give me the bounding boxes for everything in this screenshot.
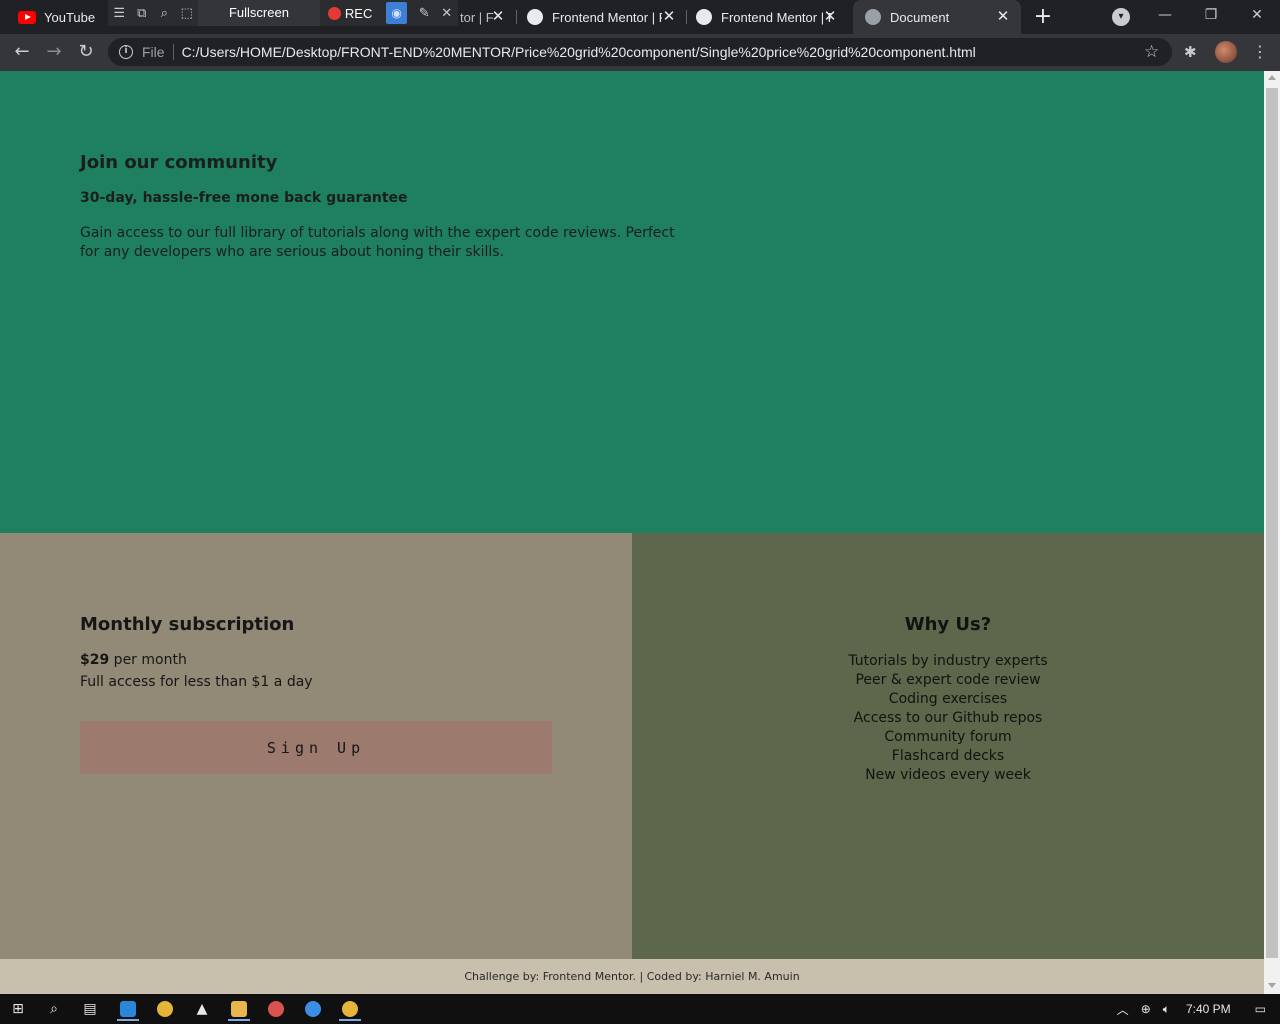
tab-frontend-mentor-3[interactable]: Frontend Mentor | F ✕	[696, 0, 856, 34]
new-tab-button[interactable]: +	[1032, 6, 1054, 28]
tab-title: Frontend Mentor | F	[552, 9, 662, 25]
vscode-icon[interactable]	[114, 997, 142, 1021]
chrome-active-icon[interactable]	[336, 997, 364, 1021]
community-section: Join our community 30-day, hassle-free m…	[0, 71, 1264, 533]
list-item: Peer & expert code review	[855, 672, 1041, 688]
record-icon	[327, 6, 341, 20]
tab-frontend-mentor-2[interactable]: Frontend Mentor | F ✕	[527, 0, 687, 34]
app-icon[interactable]: ▲	[188, 997, 216, 1021]
tab-youtube[interactable]: YouTube	[18, 0, 108, 34]
frontend-mentor-icon	[696, 9, 712, 25]
restore-icon[interactable]: ❐	[1188, 0, 1234, 30]
chrome-icon[interactable]	[151, 997, 179, 1021]
globe-icon	[865, 9, 881, 25]
clock[interactable]: 7:40 PM	[1186, 1002, 1231, 1016]
guarantee-subtitle: 30-day, hassle-free mone back guarantee	[80, 190, 408, 206]
webcam-icon[interactable]: ◉	[386, 2, 407, 24]
search-icon[interactable]: ⌕	[40, 997, 68, 1021]
windows-start-icon[interactable]: ⊞	[4, 997, 32, 1021]
vertical-scrollbar[interactable]	[1264, 71, 1280, 994]
tab-frontend-mentor-1[interactable]: tor | F ✕	[460, 0, 516, 34]
profile-avatar[interactable]	[1215, 41, 1237, 63]
fullscreen-button[interactable]: Fullscreen	[198, 0, 320, 26]
tab-divider	[686, 10, 687, 24]
close-recorder-icon[interactable]: ✕	[435, 0, 458, 26]
tab-title: Document	[890, 9, 950, 25]
access-text: Full access for less than $1 a day	[80, 674, 313, 690]
close-tab-icon[interactable]: ✕	[661, 9, 677, 25]
browser-app-icon[interactable]	[299, 997, 327, 1021]
recorder-app-icon[interactable]	[262, 997, 290, 1021]
scroll-down-icon[interactable]	[1268, 983, 1276, 988]
tab-search-icon[interactable]: ▾	[1112, 8, 1130, 26]
scheme-divider	[172, 44, 174, 60]
community-description: Gain access to our full library of tutor…	[80, 225, 675, 260]
tab-divider	[516, 10, 517, 24]
pen-icon[interactable]: ✎	[413, 0, 436, 26]
list-item: Community forum	[884, 729, 1012, 745]
file-explorer-icon[interactable]	[225, 997, 253, 1021]
scroll-up-icon[interactable]	[1268, 75, 1276, 80]
list-item: Coding exercises	[888, 691, 1008, 707]
tray-chevron-icon[interactable]: ︿	[1117, 1001, 1129, 1018]
zoom-capture-icon[interactable]: ⌕	[153, 0, 176, 26]
back-icon[interactable]: ←	[9, 39, 35, 65]
subscription-section: Monthly subscription $29 per month Full …	[0, 533, 632, 959]
menu-icon[interactable]: ☰	[108, 0, 131, 26]
close-tab-icon[interactable]: ✕	[995, 9, 1011, 25]
tab-title: YouTube	[44, 9, 96, 25]
address-bar[interactable]: i File C:/Users/HOME/Desktop/FRONT-END%2…	[108, 38, 1172, 66]
list-item: Access to our Github repos	[853, 710, 1043, 726]
record-label: REC	[344, 5, 373, 21]
list-item: New videos every week	[865, 767, 1031, 783]
sign-up-button[interactable]: Sign Up	[80, 721, 552, 774]
price-line: $29 per month	[80, 652, 187, 668]
scroll-thumb[interactable]	[1266, 88, 1278, 958]
info-icon[interactable]: i	[119, 45, 133, 59]
task-view-icon[interactable]: ▤	[76, 997, 104, 1021]
tab-title: tor | F	[460, 9, 494, 25]
window-capture-icon[interactable]: ⧉	[131, 0, 154, 26]
close-tab-icon[interactable]: ✕	[822, 9, 838, 25]
page-footer: Challenge by: Frontend Mentor. | Coded b…	[0, 959, 1264, 994]
system-tray: ︿ ⊕ 🔈︎ 7:40 PM ▭	[1111, 994, 1280, 1024]
minimize-icon[interactable]: —	[1142, 0, 1188, 30]
record-button[interactable]: REC	[320, 6, 380, 21]
screen-recorder-toolbar: ☰ ⧉ ⌕ ⬚ Fullscreen REC ◉ ✎ ✕	[108, 0, 458, 26]
frontend-mentor-icon	[527, 9, 543, 25]
youtube-icon	[18, 10, 36, 24]
close-window-icon[interactable]: ✕	[1234, 0, 1280, 30]
window-controls: — ❐ ✕	[1142, 0, 1280, 34]
scheme-label: File	[142, 44, 165, 60]
forward-icon[interactable]: →	[41, 39, 67, 65]
list-item: Tutorials by industry experts	[848, 653, 1048, 669]
community-title: Join our community	[80, 152, 278, 173]
price-amount: $29	[80, 652, 110, 668]
menu-kebab-icon[interactable]: ⋮	[1252, 42, 1268, 61]
why-us-list: Tutorials by industry experts Peer & exp…	[632, 652, 1264, 785]
network-icon[interactable]: ⊕	[1141, 1002, 1151, 1016]
url-text[interactable]: C:/Users/HOME/Desktop/FRONT-END%20MENTOR…	[182, 44, 976, 60]
close-tab-icon[interactable]: ✕	[490, 9, 506, 25]
tab-title: Frontend Mentor | F	[721, 9, 831, 25]
notifications-icon[interactable]: ▭	[1255, 1002, 1266, 1016]
bookmark-star-icon[interactable]: ☆	[1144, 42, 1159, 62]
list-item: Flashcard decks	[891, 748, 1005, 764]
price-period: per month	[109, 652, 187, 668]
tab-document[interactable]: Document ✕	[853, 0, 1021, 34]
volume-icon[interactable]: 🔈︎	[1163, 1002, 1170, 1017]
region-capture-icon[interactable]: ⬚	[176, 0, 199, 26]
extensions-icon[interactable]: ✱	[1184, 43, 1202, 61]
page-viewport: Join our community 30-day, hassle-free m…	[0, 71, 1264, 994]
tab-strip: YouTube ☰ ⧉ ⌕ ⬚ Fullscreen REC ◉ ✎ ✕ tor…	[0, 0, 1280, 34]
subscription-title: Monthly subscription	[80, 614, 295, 635]
windows-taskbar: ⊞ ⌕ ▤ ▲ ︿ ⊕ 🔈︎ 7:40 PM ▭	[0, 994, 1280, 1024]
why-us-title: Why Us?	[904, 614, 992, 635]
reload-icon[interactable]: ↻	[73, 39, 99, 65]
why-us-section: Why Us? Tutorials by industry experts Pe…	[632, 533, 1264, 959]
